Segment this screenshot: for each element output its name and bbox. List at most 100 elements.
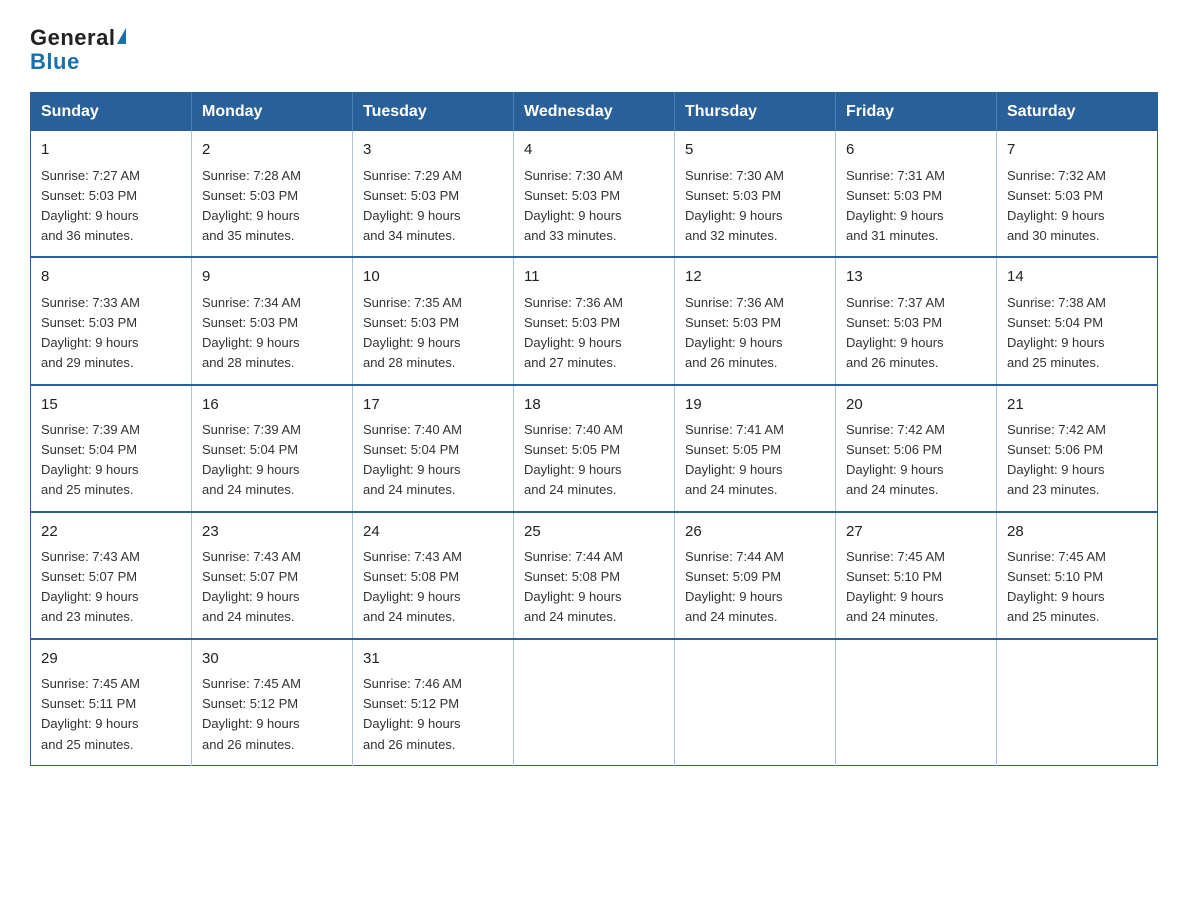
week-row-5: 29 Sunrise: 7:45 AMSunset: 5:11 PMDayligh… (31, 639, 1158, 766)
day-number: 29 (41, 648, 181, 671)
day-number: 2 (202, 139, 342, 162)
day-number: 20 (846, 394, 986, 417)
calendar-cell: 17 Sunrise: 7:40 AMSunset: 5:04 PMDayligh… (353, 385, 514, 512)
day-number: 1 (41, 139, 181, 162)
day-of-week-thursday: Thursday (675, 93, 836, 132)
calendar-cell: 8Sunrise: 7:33 AMSunset: 5:03 PMDaylight… (31, 257, 192, 384)
day-info: Sunrise: 7:30 AMSunset: 5:03 PMDaylight:… (524, 166, 664, 247)
day-info: Sunrise: 7:37 AMSunset: 5:03 PMDaylight:… (846, 293, 986, 374)
day-of-week-tuesday: Tuesday (353, 93, 514, 132)
day-info: Sunrise: 7:40 AMSunset: 5:04 PMDaylight:… (363, 420, 503, 501)
day-number: 4 (524, 139, 664, 162)
calendar-cell: 24 Sunrise: 7:43 AMSunset: 5:08 PMDayligh… (353, 512, 514, 639)
calendar-cell: 28 Sunrise: 7:45 AMSunset: 5:10 PMDayligh… (997, 512, 1158, 639)
day-info: Sunrise: 7:42 AMSunset: 5:06 PMDaylight:… (1007, 420, 1147, 501)
day-number: 5 (685, 139, 825, 162)
day-info: Sunrise: 7:39 AMSunset: 5:04 PMDaylight:… (202, 420, 342, 501)
day-number: 14 (1007, 266, 1147, 289)
calendar-cell (675, 639, 836, 766)
day-number: 24 (363, 521, 503, 544)
calendar-cell: 29 Sunrise: 7:45 AMSunset: 5:11 PMDayligh… (31, 639, 192, 766)
day-number: 8 (41, 266, 181, 289)
calendar-cell: 6 Sunrise: 7:31 AMSunset: 5:03 PMDaylight… (836, 131, 997, 257)
day-info: Sunrise: 7:28 AMSunset: 5:03 PMDaylight:… (202, 166, 342, 247)
day-number: 27 (846, 521, 986, 544)
day-number: 31 (363, 648, 503, 671)
calendar-cell (836, 639, 997, 766)
day-info: Sunrise: 7:40 AMSunset: 5:05 PMDaylight:… (524, 420, 664, 501)
day-info: Sunrise: 7:29 AMSunset: 5:03 PMDaylight:… (363, 166, 503, 247)
day-number: 3 (363, 139, 503, 162)
day-of-week-friday: Friday (836, 93, 997, 132)
calendar-cell: 10 Sunrise: 7:35 AMSunset: 5:03 PMDayligh… (353, 257, 514, 384)
day-number: 25 (524, 521, 664, 544)
calendar-cell: 2 Sunrise: 7:28 AMSunset: 5:03 PMDaylight… (192, 131, 353, 257)
day-info: Sunrise: 7:36 AMSunset: 5:03 PMDaylight:… (685, 293, 825, 374)
calendar-cell: 15 Sunrise: 7:39 AMSunset: 5:04 PMDayligh… (31, 385, 192, 512)
logo-general-text: General (30, 26, 115, 50)
day-info: Sunrise: 7:36 AMSunset: 5:03 PMDaylight:… (524, 293, 664, 374)
day-of-week-monday: Monday (192, 93, 353, 132)
day-number: 19 (685, 394, 825, 417)
calendar-cell: 1Sunrise: 7:27 AMSunset: 5:03 PMDaylight… (31, 131, 192, 257)
calendar-cell: 11 Sunrise: 7:36 AMSunset: 5:03 PMDayligh… (514, 257, 675, 384)
day-info: Sunrise: 7:30 AMSunset: 5:03 PMDaylight:… (685, 166, 825, 247)
day-info: Sunrise: 7:41 AMSunset: 5:05 PMDaylight:… (685, 420, 825, 501)
day-number: 16 (202, 394, 342, 417)
day-info: Sunrise: 7:43 AMSunset: 5:07 PMDaylight:… (202, 547, 342, 628)
day-number: 7 (1007, 139, 1147, 162)
calendar-cell: 4 Sunrise: 7:30 AMSunset: 5:03 PMDaylight… (514, 131, 675, 257)
day-number: 6 (846, 139, 986, 162)
day-number: 11 (524, 266, 664, 289)
calendar-cell: 16 Sunrise: 7:39 AMSunset: 5:04 PMDayligh… (192, 385, 353, 512)
day-info: Sunrise: 7:38 AMSunset: 5:04 PMDaylight:… (1007, 293, 1147, 374)
day-number: 21 (1007, 394, 1147, 417)
day-number: 23 (202, 521, 342, 544)
day-info: Sunrise: 7:44 AMSunset: 5:08 PMDaylight:… (524, 547, 664, 628)
calendar-cell: 9Sunrise: 7:34 AMSunset: 5:03 PMDaylight… (192, 257, 353, 384)
header: General Blue (30, 20, 1158, 74)
week-row-3: 15 Sunrise: 7:39 AMSunset: 5:04 PMDayligh… (31, 385, 1158, 512)
day-info: Sunrise: 7:45 AMSunset: 5:10 PMDaylight:… (1007, 547, 1147, 628)
day-of-week-wednesday: Wednesday (514, 93, 675, 132)
week-row-2: 8Sunrise: 7:33 AMSunset: 5:03 PMDaylight… (31, 257, 1158, 384)
calendar-cell: 31 Sunrise: 7:46 AMSunset: 5:12 PMDayligh… (353, 639, 514, 766)
day-info: Sunrise: 7:39 AMSunset: 5:04 PMDaylight:… (41, 420, 181, 501)
calendar-cell: 13 Sunrise: 7:37 AMSunset: 5:03 PMDayligh… (836, 257, 997, 384)
day-number: 13 (846, 266, 986, 289)
calendar-cell: 12 Sunrise: 7:36 AMSunset: 5:03 PMDayligh… (675, 257, 836, 384)
day-number: 28 (1007, 521, 1147, 544)
day-of-week-saturday: Saturday (997, 93, 1158, 132)
day-info: Sunrise: 7:43 AMSunset: 5:08 PMDaylight:… (363, 547, 503, 628)
calendar-cell: 30Sunrise: 7:45 AMSunset: 5:12 PMDayligh… (192, 639, 353, 766)
day-info: Sunrise: 7:34 AMSunset: 5:03 PMDaylight:… (202, 293, 342, 374)
day-number: 15 (41, 394, 181, 417)
calendar-cell (997, 639, 1158, 766)
day-number: 12 (685, 266, 825, 289)
logo-triangle-icon (117, 28, 126, 44)
logo: General Blue (30, 20, 126, 74)
calendar-cell: 5 Sunrise: 7:30 AMSunset: 5:03 PMDaylight… (675, 131, 836, 257)
calendar-cell: 14 Sunrise: 7:38 AMSunset: 5:04 PMDayligh… (997, 257, 1158, 384)
day-number: 17 (363, 394, 503, 417)
calendar-cell: 19 Sunrise: 7:41 AMSunset: 5:05 PMDayligh… (675, 385, 836, 512)
day-info: Sunrise: 7:45 AMSunset: 5:11 PMDaylight:… (41, 674, 181, 755)
calendar-cell (514, 639, 675, 766)
calendar-cell: 22Sunrise: 7:43 AMSunset: 5:07 PMDayligh… (31, 512, 192, 639)
logo-blue-text: Blue (30, 50, 80, 74)
day-info: Sunrise: 7:46 AMSunset: 5:12 PMDaylight:… (363, 674, 503, 755)
day-number: 10 (363, 266, 503, 289)
calendar-cell: 3 Sunrise: 7:29 AMSunset: 5:03 PMDaylight… (353, 131, 514, 257)
day-info: Sunrise: 7:32 AMSunset: 5:03 PMDaylight:… (1007, 166, 1147, 247)
day-of-week-sunday: Sunday (31, 93, 192, 132)
week-row-4: 22Sunrise: 7:43 AMSunset: 5:07 PMDayligh… (31, 512, 1158, 639)
days-of-week-row: SundayMondayTuesdayWednesdayThursdayFrid… (31, 93, 1158, 132)
calendar-cell: 20 Sunrise: 7:42 AMSunset: 5:06 PMDayligh… (836, 385, 997, 512)
calendar-cell: 7 Sunrise: 7:32 AMSunset: 5:03 PMDaylight… (997, 131, 1158, 257)
day-info: Sunrise: 7:35 AMSunset: 5:03 PMDaylight:… (363, 293, 503, 374)
day-info: Sunrise: 7:42 AMSunset: 5:06 PMDaylight:… (846, 420, 986, 501)
day-info: Sunrise: 7:31 AMSunset: 5:03 PMDaylight:… (846, 166, 986, 247)
calendar-table: SundayMondayTuesdayWednesdayThursdayFrid… (30, 92, 1158, 765)
day-info: Sunrise: 7:45 AMSunset: 5:10 PMDaylight:… (846, 547, 986, 628)
day-number: 26 (685, 521, 825, 544)
